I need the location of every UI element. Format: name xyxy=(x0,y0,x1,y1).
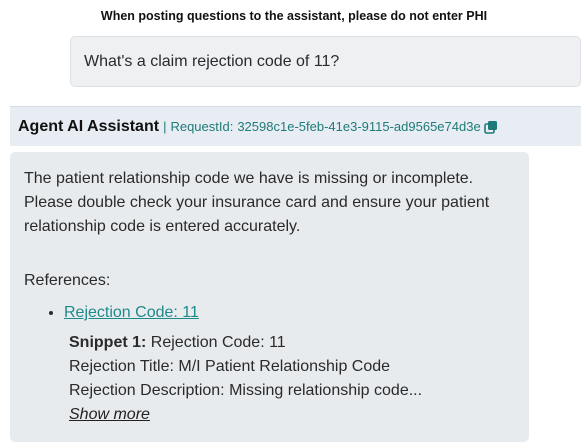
agent-header: Agent AI Assistant | RequestId: 32598c1e… xyxy=(10,106,581,146)
references-title: References: xyxy=(24,272,111,289)
show-more-link[interactable]: Show more xyxy=(69,406,150,423)
user-message-bubble: What's a claim rejection code of 11? xyxy=(70,36,581,87)
snippet-label: Snippet 1: xyxy=(69,334,147,351)
request-id-value: 32598c1e-5feb-41e3-9115-ad9565e74d3e xyxy=(237,119,481,134)
reference-snippet: Snippet 1: Rejection Code: 11 Rejection … xyxy=(69,331,515,427)
copy-icon[interactable] xyxy=(483,120,498,134)
snippet-line-1: Snippet 1: Rejection Code: 11 xyxy=(69,331,515,355)
user-message-text: What's a claim rejection code of 11? xyxy=(84,52,340,70)
agent-name: Agent AI Assistant xyxy=(18,117,160,135)
references-list: Rejection Code: 11 xyxy=(24,299,515,327)
reference-link[interactable]: Rejection Code: 11 xyxy=(64,304,199,321)
header-separator: | xyxy=(163,119,167,134)
agent-response-bubble: The patient relationship code we have is… xyxy=(10,152,529,442)
phi-notice: When posting questions to the assistant,… xyxy=(100,9,488,23)
answer-text: The patient relationship code we have is… xyxy=(24,170,490,235)
snippet-description: Rejection Description: Missing relations… xyxy=(69,382,423,399)
snippet-title: Rejection Title: M/I Patient Relationshi… xyxy=(69,358,391,375)
request-id-label: RequestId: xyxy=(170,119,234,134)
reference-item: Rejection Code: 11 xyxy=(64,299,515,327)
snippet-code: Rejection Code: 11 xyxy=(150,334,286,351)
